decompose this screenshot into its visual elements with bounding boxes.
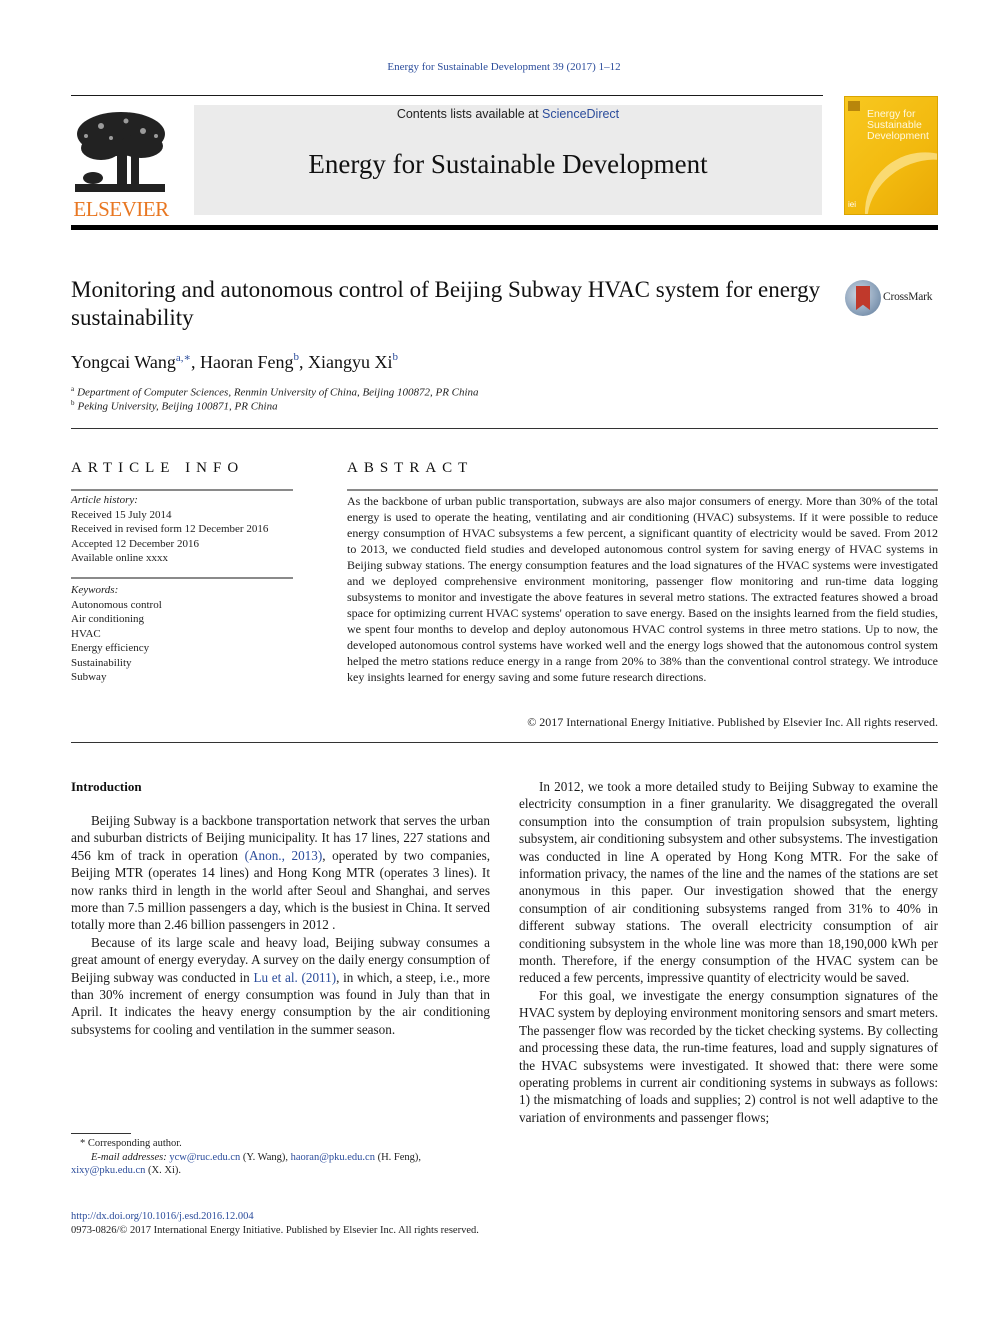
journal-reference-link[interactable]: Energy for Sustainable Development 39 (2… xyxy=(0,61,992,73)
keywords-list: Keywords: Autonomous control Air conditi… xyxy=(71,583,162,685)
keywords-label: Keywords: xyxy=(71,584,119,596)
keyword-item: Energy efficiency xyxy=(71,642,150,654)
article-title: Monitoring and autonomous control of Bei… xyxy=(71,277,821,330)
author-name[interactable]: Yongcai Wang xyxy=(71,352,176,372)
affiliation-text: Peking University, Beijing 100871, PR Ch… xyxy=(77,400,278,413)
abstract-copyright: © 2017 International Energy Initiative. … xyxy=(527,715,938,729)
sciencedirect-link[interactable]: ScienceDirect xyxy=(542,107,619,121)
corresponding-author-label: Corresponding author. xyxy=(87,1138,182,1149)
keyword-item: Autonomous control xyxy=(71,598,162,611)
keyword-item: Sustainability xyxy=(71,656,132,669)
email-label: E-mail addresses: xyxy=(91,1151,167,1163)
keyword-item: Air conditioning xyxy=(71,613,145,625)
elsevier-tree-icon xyxy=(75,112,165,192)
author-list: Yongcai Wanga,∗, Haoran Fengb, Xiangyu X… xyxy=(71,351,398,372)
citation-link[interactable]: Lu et al. (2011) xyxy=(253,970,336,985)
abstract-bottom-divider xyxy=(71,742,938,743)
affiliation-text: Department of Computer Sciences, Renmin … xyxy=(77,386,479,399)
email-link[interactable]: ycw@ruc.edu.cn xyxy=(169,1152,240,1163)
cover-title: Energy for Sustainable Development xyxy=(867,109,929,142)
footnote-marker: * xyxy=(80,1138,86,1149)
author-name[interactable]: Haoran Feng xyxy=(200,352,293,372)
article-history-label: Article history: xyxy=(71,494,138,506)
keyword-item: Subway xyxy=(71,671,107,683)
cover-title-line: Development xyxy=(867,130,929,142)
article-info-divider xyxy=(71,489,293,491)
cover-iei-badge: iei xyxy=(848,200,857,209)
history-item: Available online xxxx xyxy=(71,552,168,564)
contents-prefix: Contents lists available at xyxy=(396,107,543,121)
affiliation-key: a xyxy=(71,385,75,393)
email-owner: (Y. Wang), xyxy=(240,1151,291,1163)
affiliation-b: b Peking University, Beijing 100871, PR C… xyxy=(71,399,278,413)
crossmark-button[interactable]: CrossMark xyxy=(845,280,940,318)
email-owner: (X. Xi). xyxy=(145,1165,181,1176)
affiliation-a: a Department of Computer Sciences, Renmin… xyxy=(71,385,479,399)
affiliation-divider xyxy=(71,428,938,429)
elsevier-logo[interactable]: ELSEVIER xyxy=(71,106,171,221)
elsevier-wordmark: ELSEVIER xyxy=(73,197,169,221)
corresponding-author-footnote: * Corresponding author. E-mail addresses… xyxy=(71,1137,491,1178)
keywords-divider xyxy=(71,577,293,579)
cover-arc-decoration xyxy=(845,130,937,214)
email-owner: (H. Feng), xyxy=(374,1151,422,1163)
journal-cover-thumbnail[interactable]: Energy for Sustainable Development iei xyxy=(844,96,938,215)
journal-title[interactable]: Energy for Sustainable Development xyxy=(194,149,822,180)
header-thick-rule xyxy=(71,225,938,230)
header-divider xyxy=(71,95,823,96)
contents-available-line: Contents lists available at ScienceDirec… xyxy=(194,107,822,121)
citation-link[interactable]: (Anon., 2013) xyxy=(245,848,323,863)
footnote-divider xyxy=(71,1133,131,1134)
doi-link[interactable]: http://dx.doi.org/10.1016/j.esd.2016.12.… xyxy=(71,1211,254,1222)
cover-publisher-icon xyxy=(848,101,860,111)
email-link[interactable]: haoran@pku.edu.cn xyxy=(291,1152,375,1163)
body-paragraph: For this goal, we investigate the energy… xyxy=(519,987,938,1125)
author-affiliation-marker[interactable]: a,∗ xyxy=(176,352,191,364)
affiliation-key: b xyxy=(71,399,75,407)
abstract-divider xyxy=(347,489,938,491)
abstract-heading: ABSTRACT xyxy=(347,460,474,476)
journal-masthead: Contents lists available at ScienceDirec… xyxy=(194,105,822,215)
author-name[interactable]: Xiangyu Xi xyxy=(308,352,393,372)
body-paragraph: Beijing Subway is a backbone transportat… xyxy=(71,812,490,934)
body-paragraph: Because of its large scale and heavy loa… xyxy=(71,934,490,1038)
author-affiliation-marker[interactable]: b xyxy=(293,351,299,363)
body-column-right: In 2012, we took a more detailed study t… xyxy=(519,778,938,1126)
history-item: Received 15 July 2014 xyxy=(71,508,172,521)
introduction-heading: Introduction xyxy=(71,779,142,794)
history-item: Received in revised form 12 December 201… xyxy=(71,523,269,535)
abstract-text: As the backbone of urban public transpor… xyxy=(347,494,938,684)
crossmark-label: CrossMark xyxy=(883,291,933,303)
issn-copyright: 0973-0826/© 2017 International Energy In… xyxy=(71,1225,479,1236)
body-column-left: Beijing Subway is a backbone transportat… xyxy=(71,812,490,1038)
keyword-item: HVAC xyxy=(71,627,101,640)
history-item: Accepted 12 December 2016 xyxy=(71,537,199,550)
article-history: Article history: Received 15 July 2014 R… xyxy=(71,493,268,566)
article-info-heading: ARTICLE INFO xyxy=(71,460,245,476)
email-link[interactable]: xixy@pku.edu.cn xyxy=(71,1165,145,1176)
author-affiliation-marker[interactable]: b xyxy=(392,351,398,363)
body-paragraph: In 2012, we took a more detailed study t… xyxy=(519,779,938,986)
